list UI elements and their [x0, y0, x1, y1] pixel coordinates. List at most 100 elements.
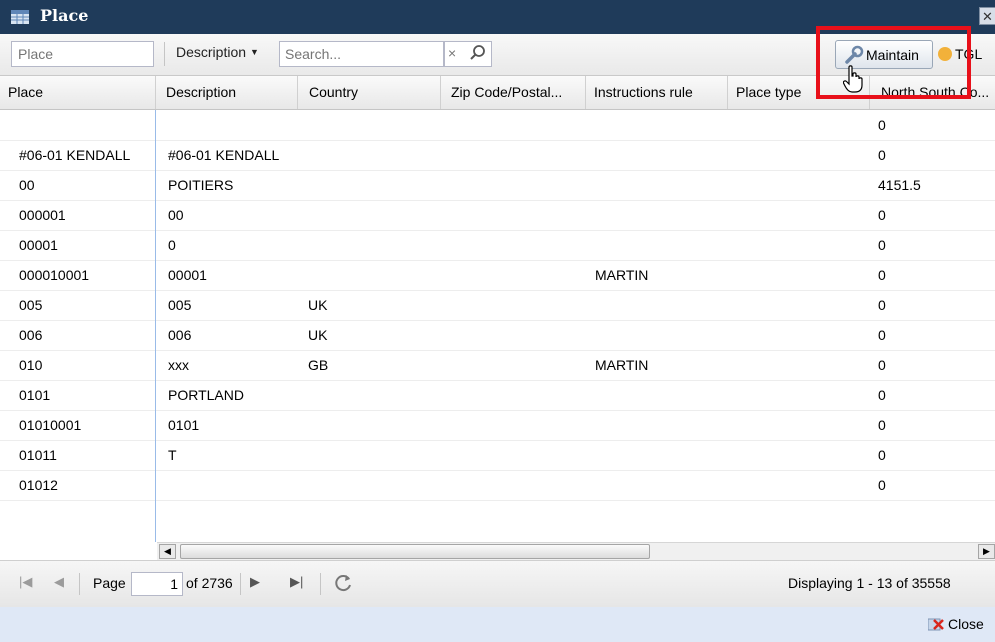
cell-place-type	[728, 290, 870, 320]
cell-description: 00001	[168, 267, 207, 283]
cell-place-type	[728, 230, 870, 260]
first-page-icon[interactable]: |◀	[19, 574, 32, 590]
cell-instructions-rule	[586, 200, 728, 230]
tgl-label: TGL	[955, 46, 983, 62]
cell-instructions-rule	[586, 410, 728, 440]
table-row[interactable]: 006 006 UK 0	[0, 320, 995, 351]
close-label: Close	[948, 616, 984, 632]
clear-icon[interactable]: ×	[448, 45, 456, 61]
page-label: Page	[93, 575, 126, 591]
cell-north-south: 0	[878, 387, 886, 403]
cell-description: xxx	[168, 357, 189, 373]
table-row[interactable]: 010 xxx GB MARTIN 0	[0, 350, 995, 381]
cell-place: #06-01 KENDALL	[19, 147, 131, 163]
table-row[interactable]: 000001 00 0	[0, 200, 995, 231]
column-header-country[interactable]: Country	[298, 76, 441, 109]
cell-north-south: 0	[878, 297, 886, 313]
cell-place: 0101	[19, 387, 51, 403]
cell-north-south: 0	[878, 327, 886, 343]
cell-north-south: 0	[878, 267, 886, 283]
cell-place-type	[728, 410, 870, 440]
cell-north-south: 0	[878, 357, 886, 373]
cell-place-type	[728, 350, 870, 380]
cell-place-type	[728, 140, 870, 170]
cell-country: UK	[308, 327, 328, 343]
maintain-label: Maintain	[866, 47, 919, 63]
column-header-north-south[interactable]: North South Co...	[870, 76, 995, 109]
hand-cursor-icon	[843, 65, 863, 93]
cell-north-south: 0	[878, 147, 886, 163]
cell-description: 005	[168, 297, 192, 313]
toolbar-separator	[164, 42, 165, 66]
column-header-instructions-rule[interactable]: Instructions rule	[586, 76, 728, 109]
cell-description: 0	[168, 237, 176, 253]
column-header-place[interactable]: Place	[0, 76, 156, 109]
cell-instructions-rule	[586, 380, 728, 410]
previous-page-icon[interactable]: ◀	[54, 574, 64, 590]
search-input[interactable]	[279, 41, 444, 67]
cell-country	[298, 140, 441, 170]
cell-north-south: 0	[878, 207, 886, 223]
cell-zip	[441, 380, 586, 410]
cell-country	[298, 170, 441, 200]
column-header-description[interactable]: Description	[156, 76, 298, 109]
table-row[interactable]: 01012 0	[0, 470, 995, 501]
next-page-icon[interactable]: ▶	[250, 574, 260, 590]
table-row[interactable]: 005 005 UK 0	[0, 290, 995, 321]
table-row[interactable]: 00001 0 0	[0, 230, 995, 261]
table-row[interactable]: 0	[0, 110, 995, 141]
column-header-zip[interactable]: Zip Code/Postal...	[441, 76, 586, 109]
scroll-left-icon[interactable]: ◀	[159, 544, 176, 559]
cell-place-type	[728, 380, 870, 410]
table-row[interactable]: 00 POITIERS 4151.5	[0, 170, 995, 201]
cell-country	[298, 110, 441, 140]
cell-instructions-rule	[586, 110, 728, 140]
table-row[interactable]: 01011 T 0	[0, 440, 995, 471]
search-icon[interactable]	[469, 44, 487, 62]
tgl-icon	[938, 47, 952, 61]
cell-north-south: 0	[878, 417, 886, 433]
displaying-info: Displaying 1 - 13 of 35558	[788, 575, 951, 591]
table-row[interactable]: 0101 PORTLAND 0	[0, 380, 995, 411]
cell-description: POITIERS	[168, 177, 234, 193]
cell-description: 006	[168, 327, 192, 343]
table-row[interactable]: 01010001 0101 0	[0, 410, 995, 441]
description-field-selector[interactable]: Description ▼	[176, 44, 259, 60]
table-row[interactable]: 000010001 00001 MARTIN 0	[0, 260, 995, 291]
cell-country	[298, 200, 441, 230]
cell-zip	[441, 140, 586, 170]
grid-icon	[11, 10, 29, 24]
window-titlebar: Place ✕	[0, 0, 995, 34]
cell-place-type	[728, 200, 870, 230]
close-button[interactable]: Close	[928, 616, 984, 632]
refresh-icon[interactable]	[332, 572, 354, 594]
close-icon	[928, 618, 944, 631]
horizontal-scrollbar[interactable]: ◀ ▶	[157, 542, 995, 560]
cell-zip	[441, 230, 586, 260]
cell-zip	[441, 350, 586, 380]
cell-instructions-rule	[586, 470, 728, 500]
cell-instructions-rule: MARTIN	[595, 357, 649, 373]
scrollbar-thumb[interactable]	[180, 544, 650, 559]
cell-description: 0101	[168, 417, 200, 433]
window-title: Place	[40, 6, 89, 25]
last-page-icon[interactable]: ▶|	[290, 574, 303, 590]
cell-place-type	[728, 440, 870, 470]
page-number-input[interactable]: 1	[131, 572, 183, 596]
cell-place: 01010001	[19, 417, 82, 433]
cell-country	[298, 440, 441, 470]
pager-separator	[320, 573, 321, 595]
cell-zip	[441, 170, 586, 200]
cell-place: 005	[19, 297, 43, 313]
cell-instructions-rule	[586, 320, 728, 350]
cell-country: UK	[308, 297, 328, 313]
cell-north-south: 0	[878, 447, 886, 463]
scroll-right-icon[interactable]: ▶	[978, 544, 995, 559]
cell-zip	[441, 470, 586, 500]
place-filter-input[interactable]	[11, 41, 154, 67]
tgl-button[interactable]: TGL	[938, 46, 982, 62]
cell-zip	[441, 290, 586, 320]
window-close-icon[interactable]: ✕	[979, 7, 995, 25]
table-row[interactable]: #06-01 KENDALL #06-01 KENDALL 0	[0, 140, 995, 171]
cell-place-type	[728, 470, 870, 500]
